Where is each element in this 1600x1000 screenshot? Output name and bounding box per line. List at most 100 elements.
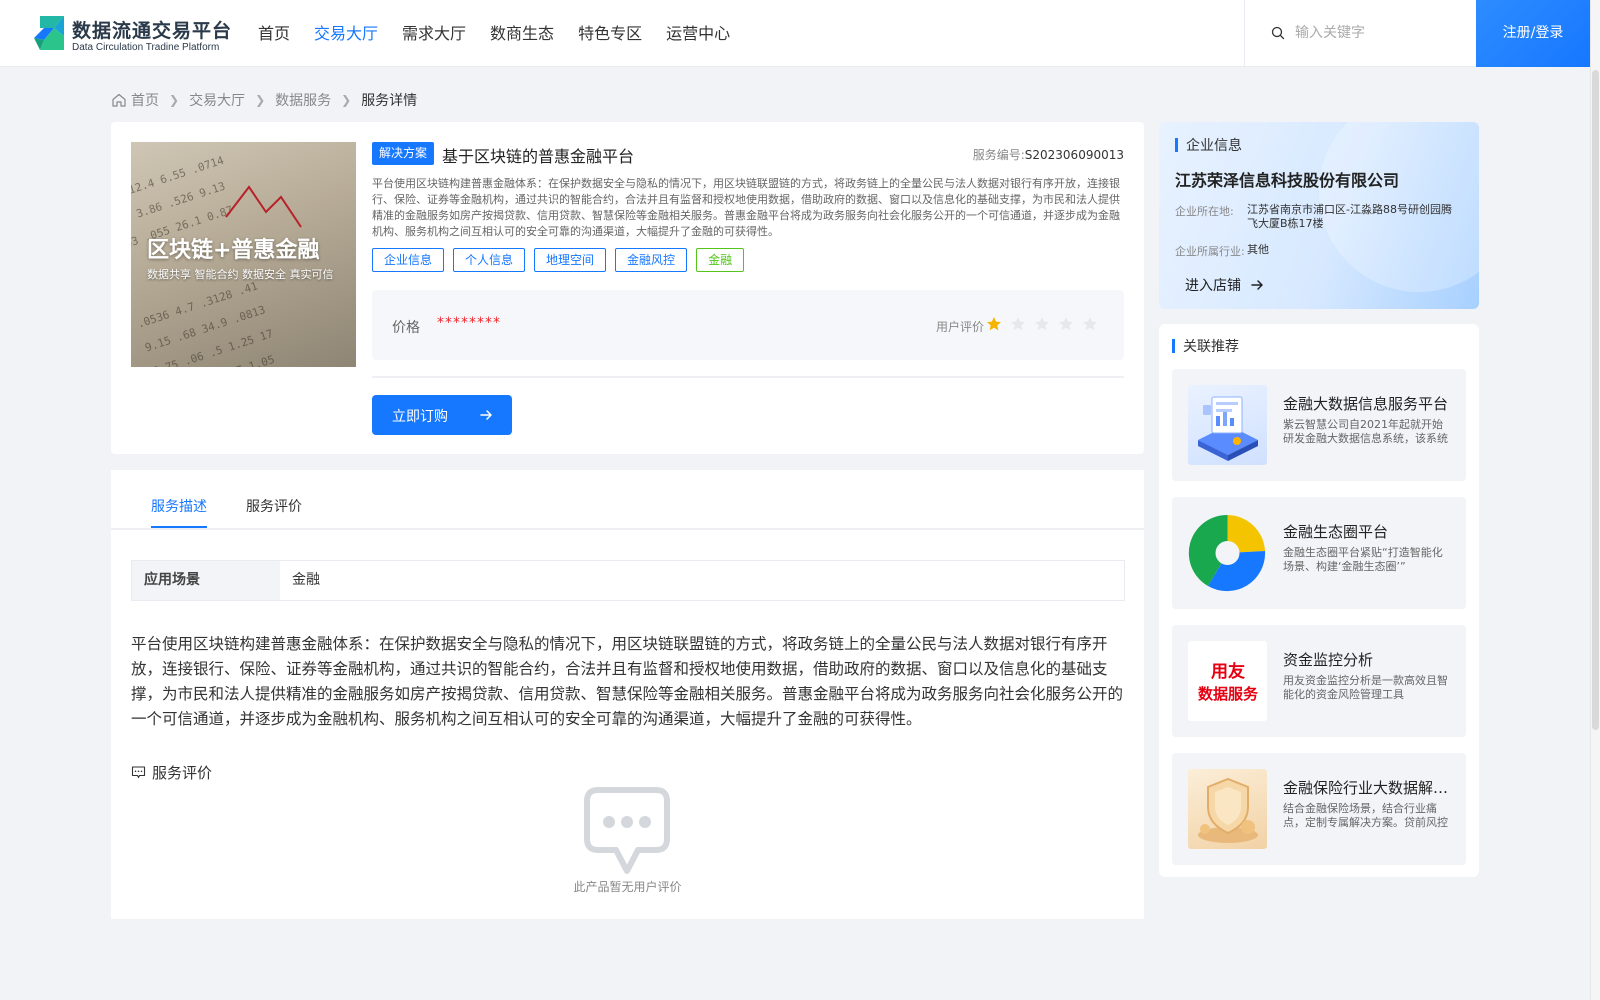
company-industry-row: 企业所属行业: 其他 <box>1175 243 1462 259</box>
service-full-description: 平台使用区块链构建普惠金融体系：在保护数据安全与隐私的情况下，用区块链联盟链的方… <box>131 635 1124 728</box>
star-empty-icon[interactable] <box>1034 316 1050 332</box>
recommend-section-title: 关联推荐 <box>1183 339 1239 355</box>
search-box <box>1244 0 1476 67</box>
breadcrumb-current: 服务详情 <box>361 93 418 109</box>
yonyou-data-service-logo: 用友 数据服务 <box>1197 661 1258 703</box>
company-location-row: 企业所在地: 江苏省南京市浦口区-江淼路88号研创园腾飞大厦B栋17楼 <box>1175 203 1462 231</box>
search-input[interactable] <box>1295 22 1465 44</box>
location-value: 江苏省南京市浦口区-江淼路88号研创园腾飞大厦B栋17楼 <box>1247 203 1452 230</box>
recommend-title: 金融生态圈平台 <box>1283 523 1389 541</box>
breadcrumb-data-service[interactable]: 数据服务 <box>275 90 331 110</box>
recommend-title: 金融大数据信息服务平台 <box>1283 395 1449 413</box>
recommend-section-label: 关联推荐 <box>1172 336 1239 356</box>
tag-personal-info[interactable]: 个人信息 <box>453 248 526 272</box>
service-number-value: S202306090013 <box>1024 148 1124 162</box>
service-number: 服务编号:S202306090013 <box>973 146 1124 163</box>
product-image: 0.98 12.4 6.55 .0714 14.0 3.86 .526 9.13… <box>131 142 356 367</box>
breadcrumb-home[interactable]: 首页 <box>131 90 159 110</box>
tab-service-description[interactable]: 服务描述 <box>151 496 207 516</box>
product-description: 平台使用区块链构建普惠金融体系：在保护数据安全与隐私的情况下，用区块链联盟链的方… <box>372 177 1120 238</box>
search-icon[interactable] <box>1271 26 1285 40</box>
review-section-heading: 服务评价 <box>131 762 212 783</box>
section-accent-bar <box>1175 138 1178 152</box>
nav-item-demand-hall[interactable]: 需求大厅 <box>402 0 466 67</box>
scene-key: 应用场景 <box>132 561 280 600</box>
arrow-right-icon <box>480 410 492 420</box>
logo-mark-icon <box>34 16 64 50</box>
recommend-description: 结合金融保险场景，结合行业痛点，定制专属解决方案。贷前风控 <box>1283 802 1448 829</box>
company-name: 江苏荣泽信息科技股份有限公司 <box>1175 171 1400 190</box>
nav-item-home[interactable]: 首页 <box>258 0 290 67</box>
recommend-title: 资金监控分析 <box>1283 651 1374 669</box>
nav-item-operations[interactable]: 运营中心 <box>666 0 730 67</box>
star-empty-icon[interactable] <box>1010 316 1026 332</box>
company-section-title: 企业信息 <box>1186 138 1242 154</box>
svg-text:用友: 用友 <box>1211 661 1245 682</box>
detail-card: 服务描述 服务评价 应用场景 金融 平台使用区块链构建普惠金融体系：在保护数据安… <box>111 470 1144 919</box>
nav-item-featured[interactable]: 特色专区 <box>578 0 642 67</box>
finance-dashboard-illustration <box>1198 396 1258 461</box>
application-scene-table: 应用场景 金融 <box>131 560 1125 601</box>
recommend-thumbnail <box>1188 769 1267 849</box>
product-card: 0.98 12.4 6.55 .0714 14.0 3.86 .526 9.13… <box>111 122 1144 454</box>
divider <box>372 376 1124 378</box>
service-number-label: 服务编号: <box>972 148 1025 162</box>
enter-shop-label: 进入店铺 <box>1185 278 1241 294</box>
tag-finance[interactable]: 金融 <box>696 248 745 272</box>
recommend-description: 用友资金监控分析是一款高效且智能化的资金风险管理工具 <box>1283 674 1448 701</box>
product-tags: 企业信息 个人信息 地理空间 金融风控 金融 <box>372 248 753 272</box>
recommend-thumbnail <box>1188 513 1267 593</box>
chevron-right-icon: ❯ <box>341 93 352 107</box>
price-value: ******** <box>437 315 501 331</box>
tag-finance-risk[interactable]: 金融风控 <box>615 248 688 272</box>
rating-label: 用户评价 <box>936 320 985 334</box>
star-empty-icon[interactable] <box>1082 316 1098 332</box>
tag-geo-space[interactable]: 地理空间 <box>534 248 607 272</box>
empty-review-text: 此产品暂无用户评价 <box>573 880 682 894</box>
active-tab-indicator <box>151 526 207 528</box>
order-now-button[interactable]: 立即订购 <box>372 395 512 435</box>
recommend-item[interactable]: 金融大数据信息服务平台 紫云智慧公司自2021年起就开始研发金融大数据信息系统，… <box>1172 369 1466 481</box>
recommend-item[interactable]: 金融保险行业大数据解决方案 结合金融保险场景，结合行业痛点，定制专属解决方案。贷… <box>1172 753 1466 865</box>
recommend-item[interactable]: 用友 数据服务 资金监控分析 用友资金监控分析是一款高效且智能化的资金风险管理工… <box>1172 625 1466 737</box>
recommend-description: 金融生态圈平台紧贴“打造智能化场景、构建‘金融生态圈’” <box>1283 546 1443 573</box>
top-header: 数据流通交易平台 Data Circulation Tradine Platfo… <box>0 0 1590 67</box>
star-filled-icon[interactable] <box>986 316 1002 332</box>
register-login-button[interactable]: 注册/登录 <box>1476 0 1590 67</box>
industry-value: 其他 <box>1247 243 1269 256</box>
recommend-item[interactable]: 金融生态圈平台 金融生态圈平台紧贴“打造智能化场景、构建‘金融生态圈’” <box>1172 497 1466 609</box>
recommend-description: 紫云智慧公司自2021年起就开始研发金融大数据信息系统，该系统 <box>1283 418 1448 445</box>
logo-title: 数据流通交易平台 <box>72 20 233 42</box>
recommend-title: 金融保险行业大数据解决方案 <box>1283 779 1453 797</box>
tab-service-reviews[interactable]: 服务评价 <box>246 496 302 516</box>
rating-stars[interactable] <box>986 316 1106 332</box>
comment-icon <box>131 766 146 779</box>
ecosystem-logo-icon <box>1188 514 1266 592</box>
scrollbar-thumb[interactable] <box>1592 70 1599 730</box>
product-image-subtitle: 数据共享 智能合约 数据安全 真实可信 <box>147 268 334 281</box>
insurance-shield-illustration <box>1198 777 1258 843</box>
nav-item-ecosystem[interactable]: 数商生态 <box>490 0 554 67</box>
platform-logo[interactable]: 数据流通交易平台 Data Circulation Tradine Platfo… <box>30 14 233 54</box>
breadcrumb-trading-hall[interactable]: 交易大厅 <box>189 90 245 110</box>
section-accent-bar <box>1172 339 1175 353</box>
empty-comment-icon <box>584 787 670 874</box>
company-section-label: 企业信息 <box>1175 135 1242 155</box>
solution-badge: 解决方案 <box>372 142 435 165</box>
recommend-card: 关联推荐 金融大数据信息服务平台 紫云智慧公司自2021年起就开始研发金融大数据… <box>1159 324 1479 877</box>
product-image-title: 区块链+普惠金融 <box>147 238 320 263</box>
home-icon[interactable] <box>111 92 127 108</box>
detail-tabs: 服务描述 服务评价 <box>111 470 1144 530</box>
main-nav: 首页 交易大厅 需求大厅 数商生态 特色专区 运营中心 <box>258 0 754 67</box>
location-label: 企业所在地: <box>1175 205 1234 218</box>
star-empty-icon[interactable] <box>1058 316 1074 332</box>
enter-shop-link[interactable]: 进入店铺 <box>1185 275 1265 295</box>
tag-enterprise-info[interactable]: 企业信息 <box>372 248 445 272</box>
chevron-right-icon: ❯ <box>169 93 180 107</box>
svg-text:数据服务: 数据服务 <box>1197 685 1258 703</box>
industry-label: 企业所属行业: <box>1175 245 1245 258</box>
nav-item-trading-hall[interactable]: 交易大厅 <box>314 0 378 67</box>
recommend-thumbnail: 用友 数据服务 <box>1188 641 1267 721</box>
page-scrollbar[interactable] <box>1590 0 1600 1000</box>
price-label: 价格 <box>392 320 420 336</box>
